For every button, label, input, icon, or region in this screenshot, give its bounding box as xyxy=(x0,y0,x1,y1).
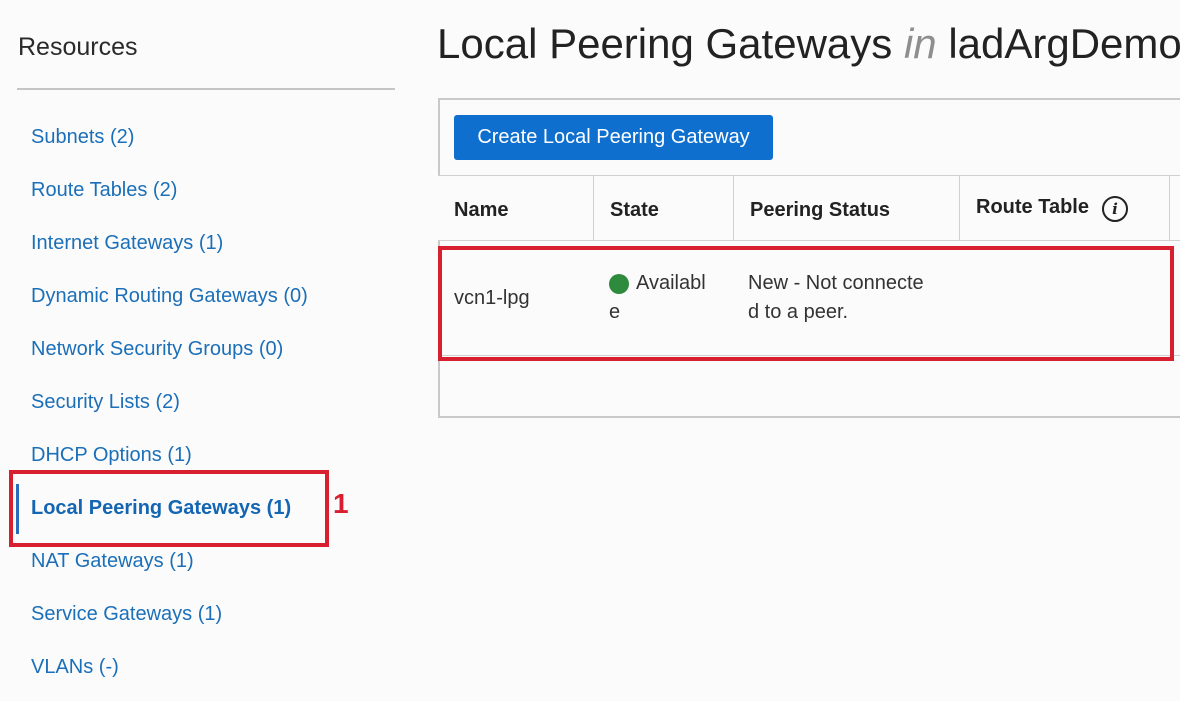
column-header-name[interactable]: Name xyxy=(438,176,594,240)
page-title-in: in xyxy=(903,20,937,67)
page-title-main: Local Peering Gateways xyxy=(437,20,893,67)
column-header-peering-status-label: Peering Status xyxy=(750,199,891,221)
column-header-peering-status[interactable]: Peering Status xyxy=(734,176,960,240)
column-header-route-table[interactable]: Route Table i xyxy=(960,176,1170,240)
resources-divider xyxy=(17,88,395,90)
resources-heading: Resources xyxy=(18,33,138,61)
sidebar-item-service-gateways[interactable]: Service Gateways (1) xyxy=(31,603,222,626)
table-header: Name State Peering Status Route Table i xyxy=(438,175,1180,241)
annotation-highlight-sidebar xyxy=(9,470,329,547)
column-header-state-label: State xyxy=(610,199,659,221)
sidebar-item-subnets[interactable]: Subnets (2) xyxy=(31,126,134,149)
sidebar-item-dhcp-options[interactable]: DHCP Options (1) xyxy=(31,444,192,467)
compartment-name: ladArgDemo xyxy=(948,20,1180,67)
page-title: Local Peering Gateways in ladArgDemo xyxy=(437,20,1180,68)
sidebar-item-network-security-groups[interactable]: Network Security Groups (0) xyxy=(31,338,283,361)
sidebar-item-nat-gateways[interactable]: NAT Gateways (1) xyxy=(31,550,194,573)
column-header-name-label: Name xyxy=(454,199,509,221)
column-header-route-table-label: Route Table xyxy=(976,196,1089,218)
column-header-state[interactable]: State xyxy=(594,176,734,240)
info-icon[interactable]: i xyxy=(1102,196,1128,222)
sidebar-item-internet-gateways[interactable]: Internet Gateways (1) xyxy=(31,232,223,255)
create-local-peering-gateway-button[interactable]: Create Local Peering Gateway xyxy=(454,115,773,160)
sidebar-item-security-lists[interactable]: Security Lists (2) xyxy=(31,391,180,414)
annotation-number: 1 xyxy=(333,488,349,519)
annotation-highlight-row xyxy=(438,246,1174,361)
sidebar-item-route-tables[interactable]: Route Tables (2) xyxy=(31,179,177,202)
sidebar-item-vlans[interactable]: VLANs (-) xyxy=(31,656,119,679)
sidebar-item-dynamic-routing-gateways[interactable]: Dynamic Routing Gateways (0) xyxy=(31,285,308,308)
